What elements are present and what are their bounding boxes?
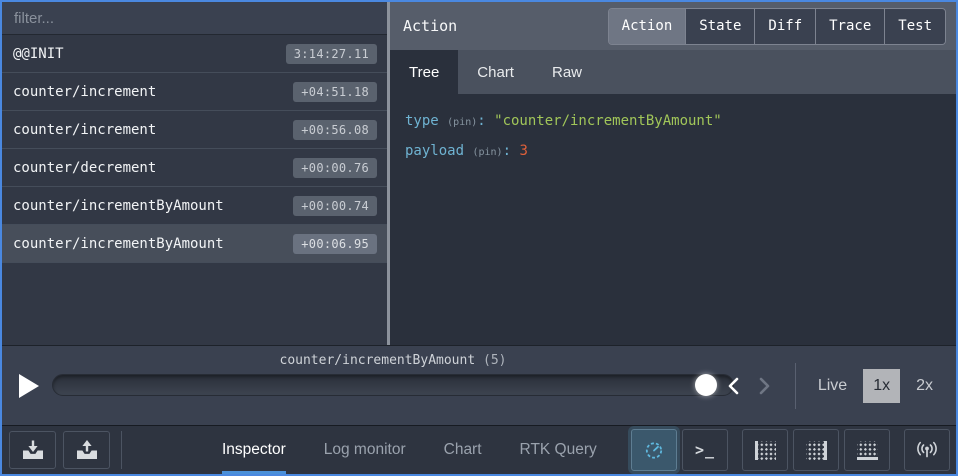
speed-1x-button[interactable]: 1x bbox=[863, 369, 900, 403]
action-timestamp: +00:06.95 bbox=[293, 234, 377, 254]
chevron-left-icon bbox=[727, 377, 739, 395]
action-list-panel: @@INIT 3:14:27.11 counter/increment +04:… bbox=[2, 2, 387, 345]
action-list-item[interactable]: counter/decrement +00:00.76 bbox=[2, 149, 387, 187]
tab-action[interactable]: Action bbox=[609, 9, 687, 44]
bottom-toolbar: Inspector Log monitor Chart RTK Query >_ bbox=[2, 425, 956, 474]
action-timestamp: 3:14:27.11 bbox=[286, 44, 377, 64]
main-area: @@INIT 3:14:27.11 counter/increment +04:… bbox=[2, 2, 956, 345]
toolbar-divider bbox=[121, 431, 122, 469]
slider-track[interactable] bbox=[52, 374, 734, 396]
dock-bottom-icon bbox=[857, 441, 878, 460]
tree-key: payload bbox=[405, 143, 464, 159]
controls-divider bbox=[795, 363, 796, 409]
dock-right-button[interactable] bbox=[793, 429, 839, 471]
action-list-item-selected[interactable]: counter/incrementByAmount +00:06.95 bbox=[2, 225, 387, 263]
tab-rtk-query[interactable]: RTK Query bbox=[520, 426, 597, 474]
tab-inspector[interactable]: Inspector bbox=[222, 426, 286, 474]
inspector-subtabs: Tree Chart Raw bbox=[390, 50, 956, 94]
tab-state[interactable]: State bbox=[686, 9, 755, 44]
remote-antenna-icon bbox=[914, 441, 940, 459]
pin-link[interactable]: (pin) bbox=[472, 147, 502, 158]
subtab-chart[interactable]: Chart bbox=[458, 50, 533, 94]
live-button[interactable]: Live bbox=[818, 377, 847, 395]
export-button[interactable] bbox=[63, 431, 110, 469]
playback-bar: counter/incrementByAmount (5) Live 1x 2x bbox=[2, 345, 956, 425]
inspector-title: Action bbox=[403, 17, 457, 35]
subtab-tree[interactable]: Tree bbox=[390, 50, 458, 94]
playback-controls: Live 1x 2x bbox=[717, 346, 943, 425]
action-name: @@INIT bbox=[13, 46, 64, 62]
step-forward-button[interactable] bbox=[749, 371, 781, 401]
action-timestamp: +00:00.76 bbox=[293, 158, 377, 178]
import-button[interactable] bbox=[9, 431, 56, 469]
play-button[interactable] bbox=[19, 374, 39, 398]
redux-devtools-window: @@INIT 3:14:27.11 counter/increment +04:… bbox=[0, 0, 958, 476]
step-back-button[interactable] bbox=[717, 371, 749, 401]
action-name: counter/decrement bbox=[13, 160, 156, 176]
chevron-right-icon bbox=[759, 377, 771, 395]
slider-thumb[interactable] bbox=[695, 374, 717, 396]
action-name: counter/incrementByAmount bbox=[13, 198, 224, 214]
speed-2x-button[interactable]: 2x bbox=[906, 369, 943, 403]
action-timestamp: +04:51.18 bbox=[293, 82, 377, 102]
import-icon bbox=[21, 439, 45, 461]
tree-row-payload[interactable]: payload (pin): 3 bbox=[405, 137, 956, 167]
action-tree-view: type (pin): "counter/incrementByAmount" … bbox=[390, 94, 956, 345]
dispatcher-button[interactable]: >_ bbox=[682, 429, 728, 471]
current-action-label: counter/incrementByAmount (5) bbox=[52, 353, 734, 374]
action-name: counter/incrementByAmount bbox=[13, 236, 224, 252]
autopause-toggle-button[interactable] bbox=[631, 429, 677, 471]
dock-right-icon bbox=[806, 441, 827, 460]
tree-row-type[interactable]: type (pin): "counter/incrementByAmount" bbox=[405, 107, 956, 137]
stopwatch-icon bbox=[644, 440, 664, 460]
dock-left-button[interactable] bbox=[742, 429, 788, 471]
inspector-header: Action Action State Diff Trace Test bbox=[390, 2, 956, 50]
subtab-raw[interactable]: Raw bbox=[533, 50, 601, 94]
pin-link[interactable]: (pin) bbox=[447, 117, 477, 128]
export-icon bbox=[75, 439, 99, 461]
action-list-item[interactable]: counter/incrementByAmount +00:00.74 bbox=[2, 187, 387, 225]
timeline-slider: counter/incrementByAmount (5) bbox=[52, 353, 734, 396]
tab-trace[interactable]: Trace bbox=[816, 9, 885, 44]
action-list-item[interactable]: counter/increment +04:51.18 bbox=[2, 73, 387, 111]
terminal-icon: >_ bbox=[695, 441, 715, 459]
action-name: counter/increment bbox=[13, 122, 156, 138]
tab-log-monitor[interactable]: Log monitor bbox=[324, 426, 406, 474]
current-action-index: (5) bbox=[483, 353, 506, 368]
inspector-panel: Action Action State Diff Trace Test Tree… bbox=[390, 2, 956, 345]
tree-key: type bbox=[405, 113, 439, 129]
inspector-tab-group: Action State Diff Trace Test bbox=[608, 8, 946, 45]
filter-row bbox=[2, 2, 387, 35]
remote-button[interactable] bbox=[904, 429, 950, 471]
action-list-item[interactable]: @@INIT 3:14:27.11 bbox=[2, 35, 387, 73]
tree-value-string: "counter/incrementByAmount" bbox=[494, 113, 722, 129]
monitor-tabs: Inspector Log monitor Chart RTK Query bbox=[222, 426, 597, 474]
toolbar-right-icons: >_ bbox=[626, 426, 950, 474]
filter-input[interactable] bbox=[2, 10, 387, 27]
dock-bottom-button[interactable] bbox=[844, 429, 890, 471]
tab-chart[interactable]: Chart bbox=[444, 426, 482, 474]
action-timestamp: +00:56.08 bbox=[293, 120, 377, 140]
tab-test[interactable]: Test bbox=[885, 9, 945, 44]
tree-value-number: 3 bbox=[519, 143, 527, 159]
action-timestamp: +00:00.74 bbox=[293, 196, 377, 216]
action-name: counter/increment bbox=[13, 84, 156, 100]
tab-diff[interactable]: Diff bbox=[755, 9, 816, 44]
action-list-item[interactable]: counter/increment +00:56.08 bbox=[2, 111, 387, 149]
dock-left-icon bbox=[755, 441, 776, 460]
